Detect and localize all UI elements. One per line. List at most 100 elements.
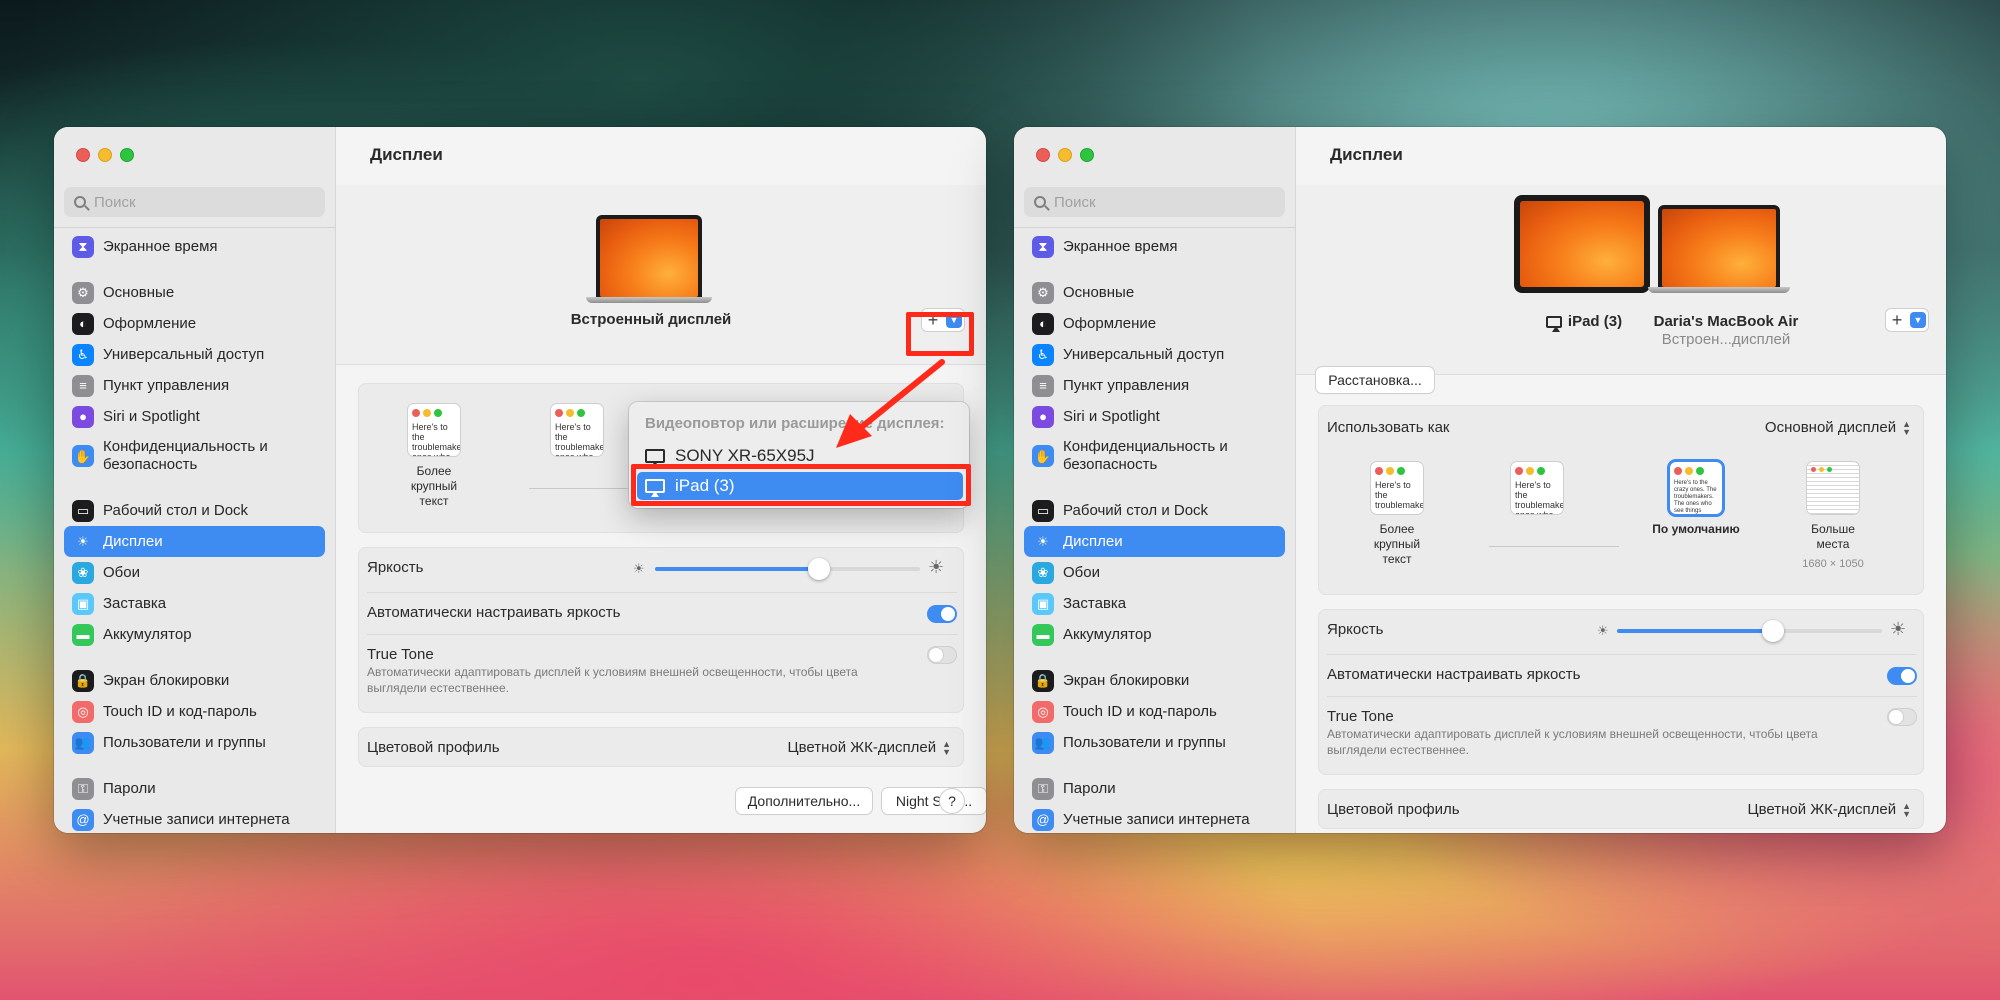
sidebar-item-battery[interactable]: ▬ Аккумулятор [1024,619,1285,650]
sidebar-item-users[interactable]: 👥 Пользователи и группы [64,727,325,758]
sidebar-item-siri[interactable]: ● Siri и Spotlight [64,401,325,432]
highlight-box-plus [906,312,974,356]
close-window-button[interactable] [76,148,90,162]
resolution-option-default[interactable]: Here's to the crazy ones. The troublemak… [1641,462,1751,537]
sidebar-item-dock[interactable]: ▭ Рабочий стол и Dock [64,495,325,526]
window-controls [76,148,134,162]
sidebar-item-lock[interactable]: 🔒 Экран блокировки [64,665,325,696]
sidebar-item-accessibility[interactable]: ♿ Универсальный доступ [1024,339,1285,370]
zoom-window-button[interactable] [1080,148,1094,162]
auto-brightness-label: Автоматически настраивать яркость [1327,666,1581,683]
highlight-box-ipad [631,464,971,506]
fingerprint-icon: ◎ [1032,700,1054,723]
sidebar-item-label: Экран блокировки [103,672,230,689]
sidebar-item-lock[interactable]: 🔒 Экран блокировки [1024,665,1285,696]
color-profile-popup[interactable]: Цветной ЖК-дисплей ▲ ▼ [787,739,951,756]
sidebar-item-dock[interactable]: ▭ Рабочий стол и Dock [1024,495,1285,526]
sidebar-item-sun[interactable]: ☀ Дисплеи [64,526,325,557]
sidebar-item-key[interactable]: ⚿ Пароли [64,773,325,804]
true-tone-toggle[interactable] [1887,708,1917,726]
sidebar-item-hand[interactable]: ✋ Конфиденциальность и безопасность [64,432,325,480]
resolution-preview: Here's to the troublemakers, ones who [1511,462,1563,514]
sidebar-item-wallpaper[interactable]: ❀ Обои [1024,557,1285,588]
sidebar-divider [54,227,335,228]
use-as-popup[interactable]: Основной дисплей ▲ ▼ [1765,419,1911,436]
resolution-option-2[interactable]: Here's to the troublemakers, ones who [547,404,607,456]
resolution-option-2[interactable]: Here's to the troublemakers, ones who [1507,462,1567,514]
sidebar-item-hand[interactable]: ✋ Конфиденциальность и безопасность [1024,432,1285,480]
sidebar-item-sun[interactable]: ☀ Дисплеи [1024,526,1285,557]
close-window-button[interactable] [1036,148,1050,162]
sidebar-item-wallpaper[interactable]: ❀ Обои [64,557,325,588]
at-icon: @ [72,808,94,831]
minimize-window-button[interactable] [98,148,112,162]
arrangement-button[interactable]: Расстановка... [1316,367,1434,393]
sidebar-item-at[interactable]: @ Учетные записи интернета [64,804,325,833]
brightness-card: Яркость ☀ ☀ Автоматически настраивать яр… [358,547,964,713]
brightness-slider[interactable] [1617,620,1882,642]
brightness-knob[interactable] [808,558,831,580]
search-input[interactable]: Поиск [64,187,325,217]
resolution-sample-text: Here's to the troublemakers [1375,480,1423,510]
sidebar-item-label: Пароли [103,780,156,797]
sidebar-item-fingerprint[interactable]: ◎ Touch ID и код-пароль [1024,696,1285,727]
resolution-option-more-space[interactable]: Больше места 1680 × 1050 [1793,462,1873,570]
ipad-display-image[interactable] [1514,195,1650,293]
zoom-window-button[interactable] [120,148,134,162]
search-input[interactable]: Поиск [1024,187,1285,217]
display-arrangement-area: Расстановка... iPad (3) Daria's MacBook … [1296,185,1946,393]
sidebar-item-control-center[interactable]: ≡ Пункт управления [64,370,325,401]
resolution-option-larger[interactable]: Here's to the troublemakers Более крупны… [1359,462,1435,567]
sidebar-item-siri[interactable]: ● Siri и Spotlight [1024,401,1285,432]
minimize-window-button[interactable] [1058,148,1072,162]
brightness-knob[interactable] [1762,620,1785,642]
builtin-display-image[interactable] [586,215,712,303]
resolution-preview [1807,462,1859,514]
auto-brightness-toggle[interactable] [927,605,957,623]
sidebar-item-label: Заставка [103,595,167,612]
resolution-preview: Here's to the troublemakers [1371,462,1423,514]
sidebar-item-label: Заставка [1063,595,1127,612]
help-button[interactable]: ? [940,789,964,813]
sidebar-item-control-center[interactable]: ≡ Пункт управления [1024,370,1285,401]
sidebar-item-appearance[interactable]: ◐ Оформление [64,308,325,339]
sidebar-item-label: Обои [1063,564,1100,581]
add-display-button[interactable]: + ▼ [1886,309,1928,331]
sidebar-item-label: Touch ID и код-пароль [1063,703,1217,720]
lock-icon: 🔒 [72,669,94,692]
sidebar-item-accessibility[interactable]: ♿ Универсальный доступ [64,339,325,370]
resolution-option-larger[interactable]: Here's to the troublemakers, ones who Бо… [399,404,469,509]
sidebar-item-label: Аккумулятор [1063,626,1152,643]
advanced-button[interactable]: Дополнительно... [736,788,872,814]
sidebar-item-appearance[interactable]: ◐ Оформление [1024,308,1285,339]
resolution-caption: Более крупный текст [410,464,458,508]
sidebar-item-hourglass[interactable]: ⧗ Экранное время [1024,231,1285,262]
sidebar-item-users[interactable]: 👥 Пользователи и группы [1024,727,1285,758]
color-profile-popup[interactable]: Цветной ЖК-дисплей ▲ ▼ [1747,801,1911,818]
night-shift-button[interactable]: Night Shift... [882,788,986,814]
siri-icon: ● [1032,405,1054,428]
use-as-value: Основной дисплей [1764,419,1897,436]
sidebar-item-label: Оформление [1063,315,1157,332]
sidebar-item-at[interactable]: @ Учетные записи интернета [1024,804,1285,833]
sidebar-item-key[interactable]: ⚿ Пароли [1024,773,1285,804]
sidebar-item-fingerprint[interactable]: ◎ Touch ID и код-пароль [64,696,325,727]
sidebar-item-screensaver[interactable]: ▣ Заставка [64,588,325,619]
sidebar-item-screensaver[interactable]: ▣ Заставка [1024,588,1285,619]
auto-brightness-toggle[interactable] [1887,667,1917,685]
macbook-display-image[interactable] [1648,205,1790,293]
search-placeholder: Поиск [1054,193,1096,211]
sidebar-item-gear[interactable]: ⚙ Основные [64,277,325,308]
color-profile-label: Цветовой профиль [1327,801,1460,818]
brightness-slider[interactable] [655,558,920,580]
true-tone-description: Автоматически адаптировать дисплей к усл… [1327,727,1818,757]
true-tone-toggle[interactable] [927,646,957,664]
sidebar-item-hourglass[interactable]: ⧗ Экранное время [64,231,325,262]
sidebar-item-gear[interactable]: ⚙ Основные [1024,277,1285,308]
search-placeholder: Поиск [94,193,136,211]
airplay-icon [645,449,665,467]
sidebar: Поиск ⧗ Экранное время ⚙ Основные ◐ Оформлени… [54,127,336,833]
sidebar-item-battery[interactable]: ▬ Аккумулятор [64,619,325,650]
